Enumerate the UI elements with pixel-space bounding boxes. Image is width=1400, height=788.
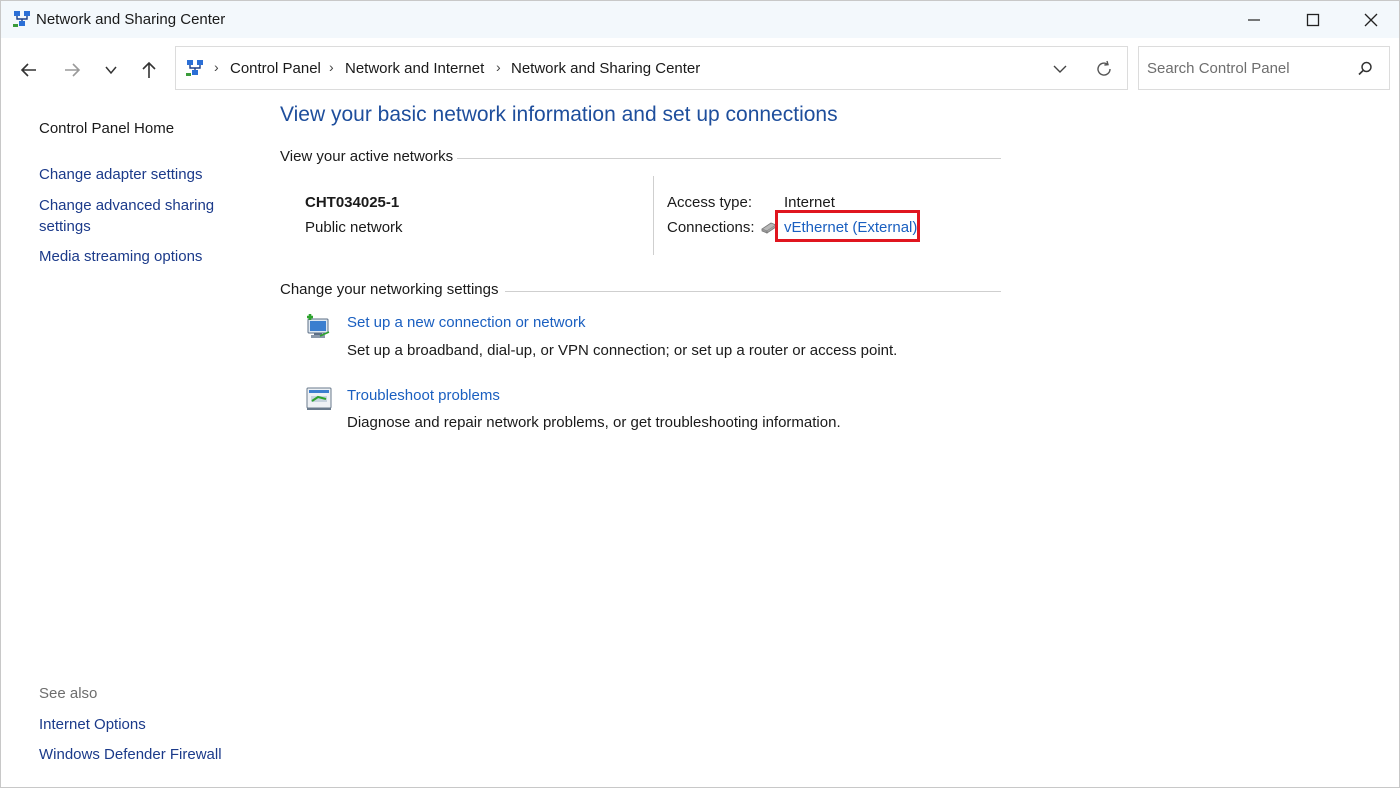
recent-locations-button[interactable]	[96, 55, 126, 85]
sidebar-media-streaming-options[interactable]: Media streaming options	[39, 246, 202, 267]
sidebar-change-advanced-sharing[interactable]: Change advanced sharing	[39, 195, 214, 216]
control-panel-icon	[186, 60, 203, 76]
search-icon[interactable]	[1355, 59, 1375, 79]
networking-settings-heading: Change your networking settings	[280, 281, 499, 298]
title-bar: Network and Sharing Center	[1, 1, 1399, 38]
active-networks-heading: View your active networks	[280, 148, 454, 165]
search-input[interactable]	[1139, 47, 1352, 89]
breadcrumb-network-and-internet[interactable]: Network and Internet	[345, 60, 484, 77]
network-name: CHT034025-1	[305, 194, 400, 211]
setup-connection-link[interactable]: Set up a new connection or network	[347, 314, 585, 331]
window-title: Network and Sharing Center	[36, 11, 226, 28]
see-also-heading: See also	[39, 685, 98, 702]
window: Network and Sharing Center › Control Pan…	[0, 0, 1400, 788]
navigation-bar: › Control Panel › Network and Internet ›…	[1, 38, 1399, 100]
sidebar-control-panel-home[interactable]: Control Panel Home	[39, 118, 174, 139]
maximize-icon	[1306, 13, 1320, 26]
highlight-box	[775, 210, 920, 242]
minimize-button[interactable]	[1225, 1, 1283, 38]
new-connection-icon	[307, 314, 330, 338]
troubleshoot-link[interactable]: Troubleshoot problems	[347, 387, 500, 404]
maximize-button[interactable]	[1284, 1, 1342, 38]
breadcrumb-control-panel[interactable]: Control Panel	[230, 60, 321, 77]
up-button[interactable]	[134, 55, 164, 85]
sidebar-windows-defender-firewall[interactable]: Windows Defender Firewall	[39, 744, 222, 765]
address-dropdown-button[interactable]	[1045, 57, 1075, 81]
forward-button[interactable]	[57, 55, 87, 85]
refresh-icon	[1097, 60, 1111, 76]
connections-label: Connections:	[667, 219, 755, 236]
back-button[interactable]	[14, 55, 44, 85]
breadcrumb-separator-icon: ›	[496, 59, 501, 75]
section-divider	[457, 158, 1001, 159]
troubleshoot-icon	[306, 387, 332, 410]
close-icon	[1364, 13, 1378, 26]
refresh-button[interactable]	[1091, 56, 1117, 82]
chevron-down-icon	[105, 66, 117, 75]
sidebar-internet-options[interactable]: Internet Options	[39, 714, 146, 735]
minimize-icon	[1248, 18, 1260, 21]
breadcrumb-separator-icon: ›	[329, 59, 334, 75]
network-type: Public network	[305, 219, 403, 236]
address-bar[interactable]: › Control Panel › Network and Internet ›…	[175, 46, 1128, 90]
arrow-up-icon	[142, 61, 156, 78]
sidebar-change-adapter-settings[interactable]: Change adapter settings	[39, 164, 202, 185]
network-divider	[653, 176, 654, 255]
network-center-icon	[13, 11, 30, 27]
breadcrumb-separator-icon: ›	[214, 59, 219, 75]
access-type-label: Access type:	[667, 194, 753, 211]
arrow-left-icon	[20, 63, 36, 77]
page-title: View your basic network information and …	[280, 103, 838, 126]
chevron-down-icon	[1053, 65, 1067, 73]
access-type-value: Internet	[784, 194, 835, 211]
sidebar-change-advanced-sharing-settings[interactable]: settings	[39, 216, 91, 237]
search-box	[1138, 46, 1390, 90]
section-divider	[505, 291, 1001, 292]
setup-connection-description: Set up a broadband, dial-up, or VPN conn…	[347, 342, 898, 359]
troubleshoot-description: Diagnose and repair network problems, or…	[347, 414, 841, 431]
breadcrumb-network-and-sharing-center[interactable]: Network and Sharing Center	[511, 60, 700, 77]
arrow-right-icon	[65, 63, 81, 77]
close-button[interactable]	[1342, 1, 1399, 38]
